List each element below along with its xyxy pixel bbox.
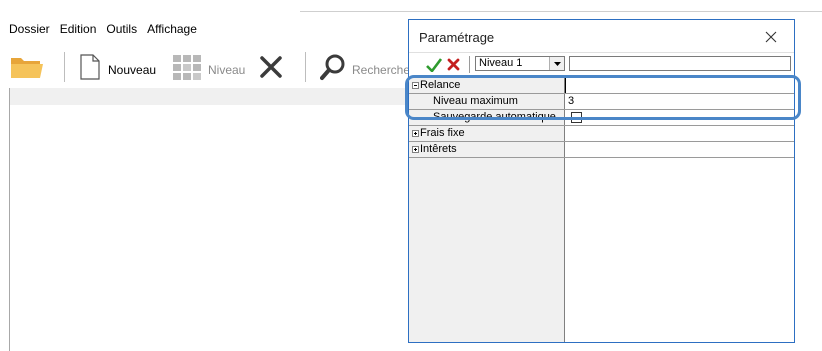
open-folder-icon[interactable]: [10, 54, 44, 80]
menu-outils[interactable]: Outils: [105, 22, 138, 40]
content-header-bar: [10, 88, 410, 105]
expand-icon[interactable]: [412, 145, 419, 153]
dropdown-button[interactable]: [549, 57, 564, 70]
expand-icon[interactable]: [412, 129, 419, 137]
dialog-toolbar-field[interactable]: [569, 56, 791, 71]
search-button-label[interactable]: Recherche: [352, 63, 410, 77]
close-icon: [765, 31, 777, 43]
new-button-label[interactable]: Nouveau: [108, 63, 156, 77]
grid-level-icon[interactable]: [172, 53, 202, 81]
level-select[interactable]: Niveau 1: [475, 56, 565, 71]
content-border: [9, 88, 10, 351]
window-top-border: [300, 11, 822, 12]
menu-bar: Dossier Edition Outils Affichage: [8, 22, 198, 40]
category-label: Frais fixe: [420, 127, 465, 139]
delete-x-icon[interactable]: [259, 55, 283, 79]
highlight-annotation: [405, 75, 801, 120]
magnifier-icon[interactable]: [320, 53, 346, 81]
settings-dialog: Paramétrage Niveau 1 Relance Niveau maxi…: [408, 19, 795, 343]
dropdown-arrow-icon: [553, 61, 561, 66]
toolbar-separator: [64, 52, 65, 82]
menu-affichage[interactable]: Affichage: [146, 22, 198, 40]
menu-dossier[interactable]: Dossier: [8, 22, 51, 40]
level-button-label[interactable]: Niveau: [208, 63, 245, 77]
dialog-toolbar: Niveau 1: [409, 52, 794, 77]
category-interets[interactable]: Intêrets: [409, 142, 794, 158]
check-icon[interactable]: [426, 58, 442, 72]
toolbar-separator: [305, 52, 306, 82]
main-toolbar: Nouveau Niveau Recherche: [0, 44, 430, 88]
cross-icon[interactable]: [447, 58, 460, 71]
new-document-icon[interactable]: [79, 53, 101, 81]
close-button[interactable]: [758, 26, 784, 48]
dialog-toolbar-separator: [469, 56, 470, 73]
dialog-title: Paramétrage: [419, 30, 495, 45]
category-label: Intêrets: [420, 143, 457, 155]
level-select-value: Niveau 1: [479, 57, 523, 69]
menu-edition[interactable]: Edition: [59, 22, 98, 40]
category-frais-fixe[interactable]: Frais fixe: [409, 126, 794, 142]
